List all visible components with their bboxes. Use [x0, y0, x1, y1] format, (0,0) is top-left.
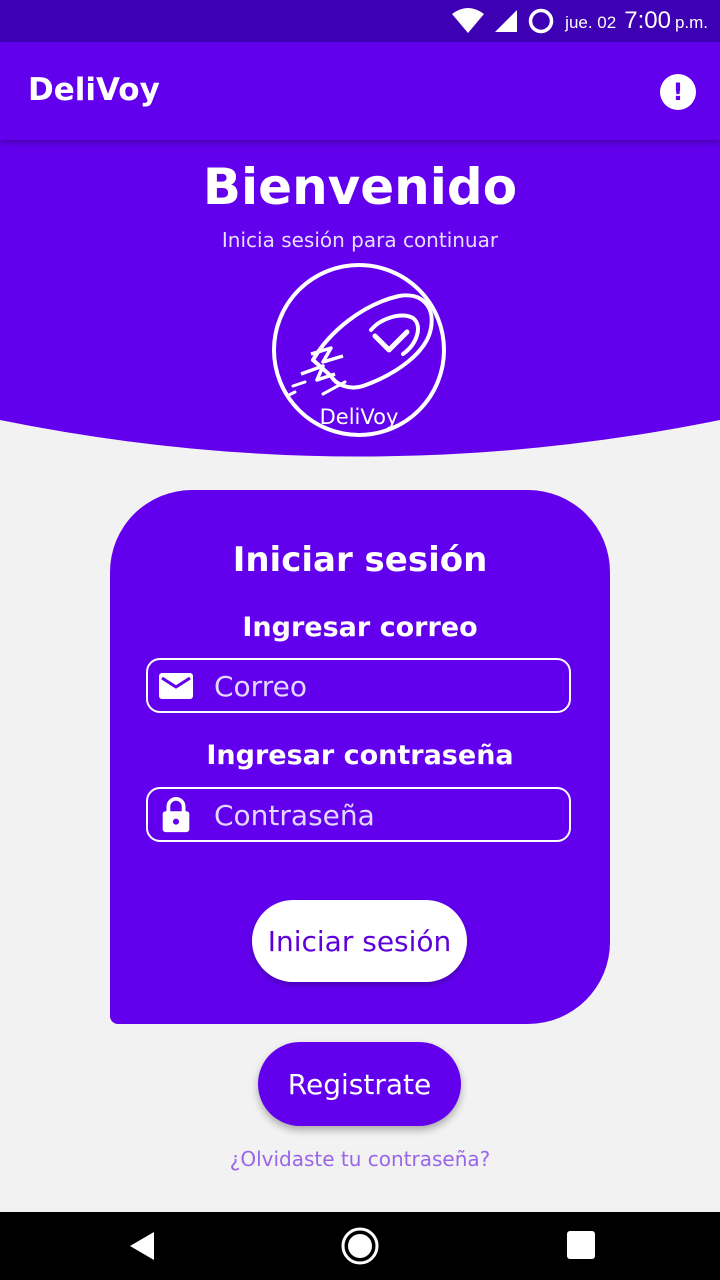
navigation-bar: [0, 1212, 720, 1280]
back-icon[interactable]: [122, 1226, 162, 1266]
lock-icon: [162, 797, 190, 833]
wifi-icon: [451, 8, 485, 34]
home-icon[interactable]: [340, 1226, 380, 1266]
password-input[interactable]: [214, 793, 554, 837]
email-icon: [159, 673, 193, 699]
login-card: Iniciar sesión Ingresar correo Ingresar …: [110, 490, 610, 1024]
email-input[interactable]: [214, 664, 554, 708]
alert-circle-icon[interactable]: !: [660, 74, 696, 110]
data-saver-icon: [527, 7, 555, 35]
status-time: 7:00: [624, 7, 671, 34]
status-date: jue. 02: [565, 13, 617, 32]
welcome-subtitle: Inicia sesión para continuar: [221, 228, 499, 252]
login-button[interactable]: Iniciar sesión: [252, 900, 467, 982]
status-bar: jue. 02 7:00 p.m.: [0, 0, 720, 42]
login-screen: jue. 02 7:00 p.m. DeliVoy ! Bienvenido I…: [0, 0, 720, 1280]
email-field[interactable]: [146, 658, 571, 713]
email-label: Ingresar correo: [242, 612, 478, 643]
app-bar: DeliVoy !: [0, 42, 720, 140]
status-icons: jue. 02 7:00 p.m.: [451, 0, 708, 42]
login-title: Iniciar sesión: [232, 540, 488, 580]
password-field[interactable]: [146, 787, 571, 842]
password-label: Ingresar contraseña: [206, 740, 514, 771]
welcome-title: Bienvenido: [202, 158, 518, 216]
signal-icon: [493, 8, 519, 34]
recents-icon[interactable]: [562, 1226, 602, 1266]
status-ampm: p.m.: [674, 13, 708, 32]
app-title: DeliVoy: [28, 72, 160, 108]
forgot-password-link[interactable]: ¿Olvidaste tu contraseña?: [0, 1147, 720, 1171]
logo-text: DeliVoy: [319, 405, 399, 429]
register-button[interactable]: Registrate: [258, 1042, 461, 1126]
